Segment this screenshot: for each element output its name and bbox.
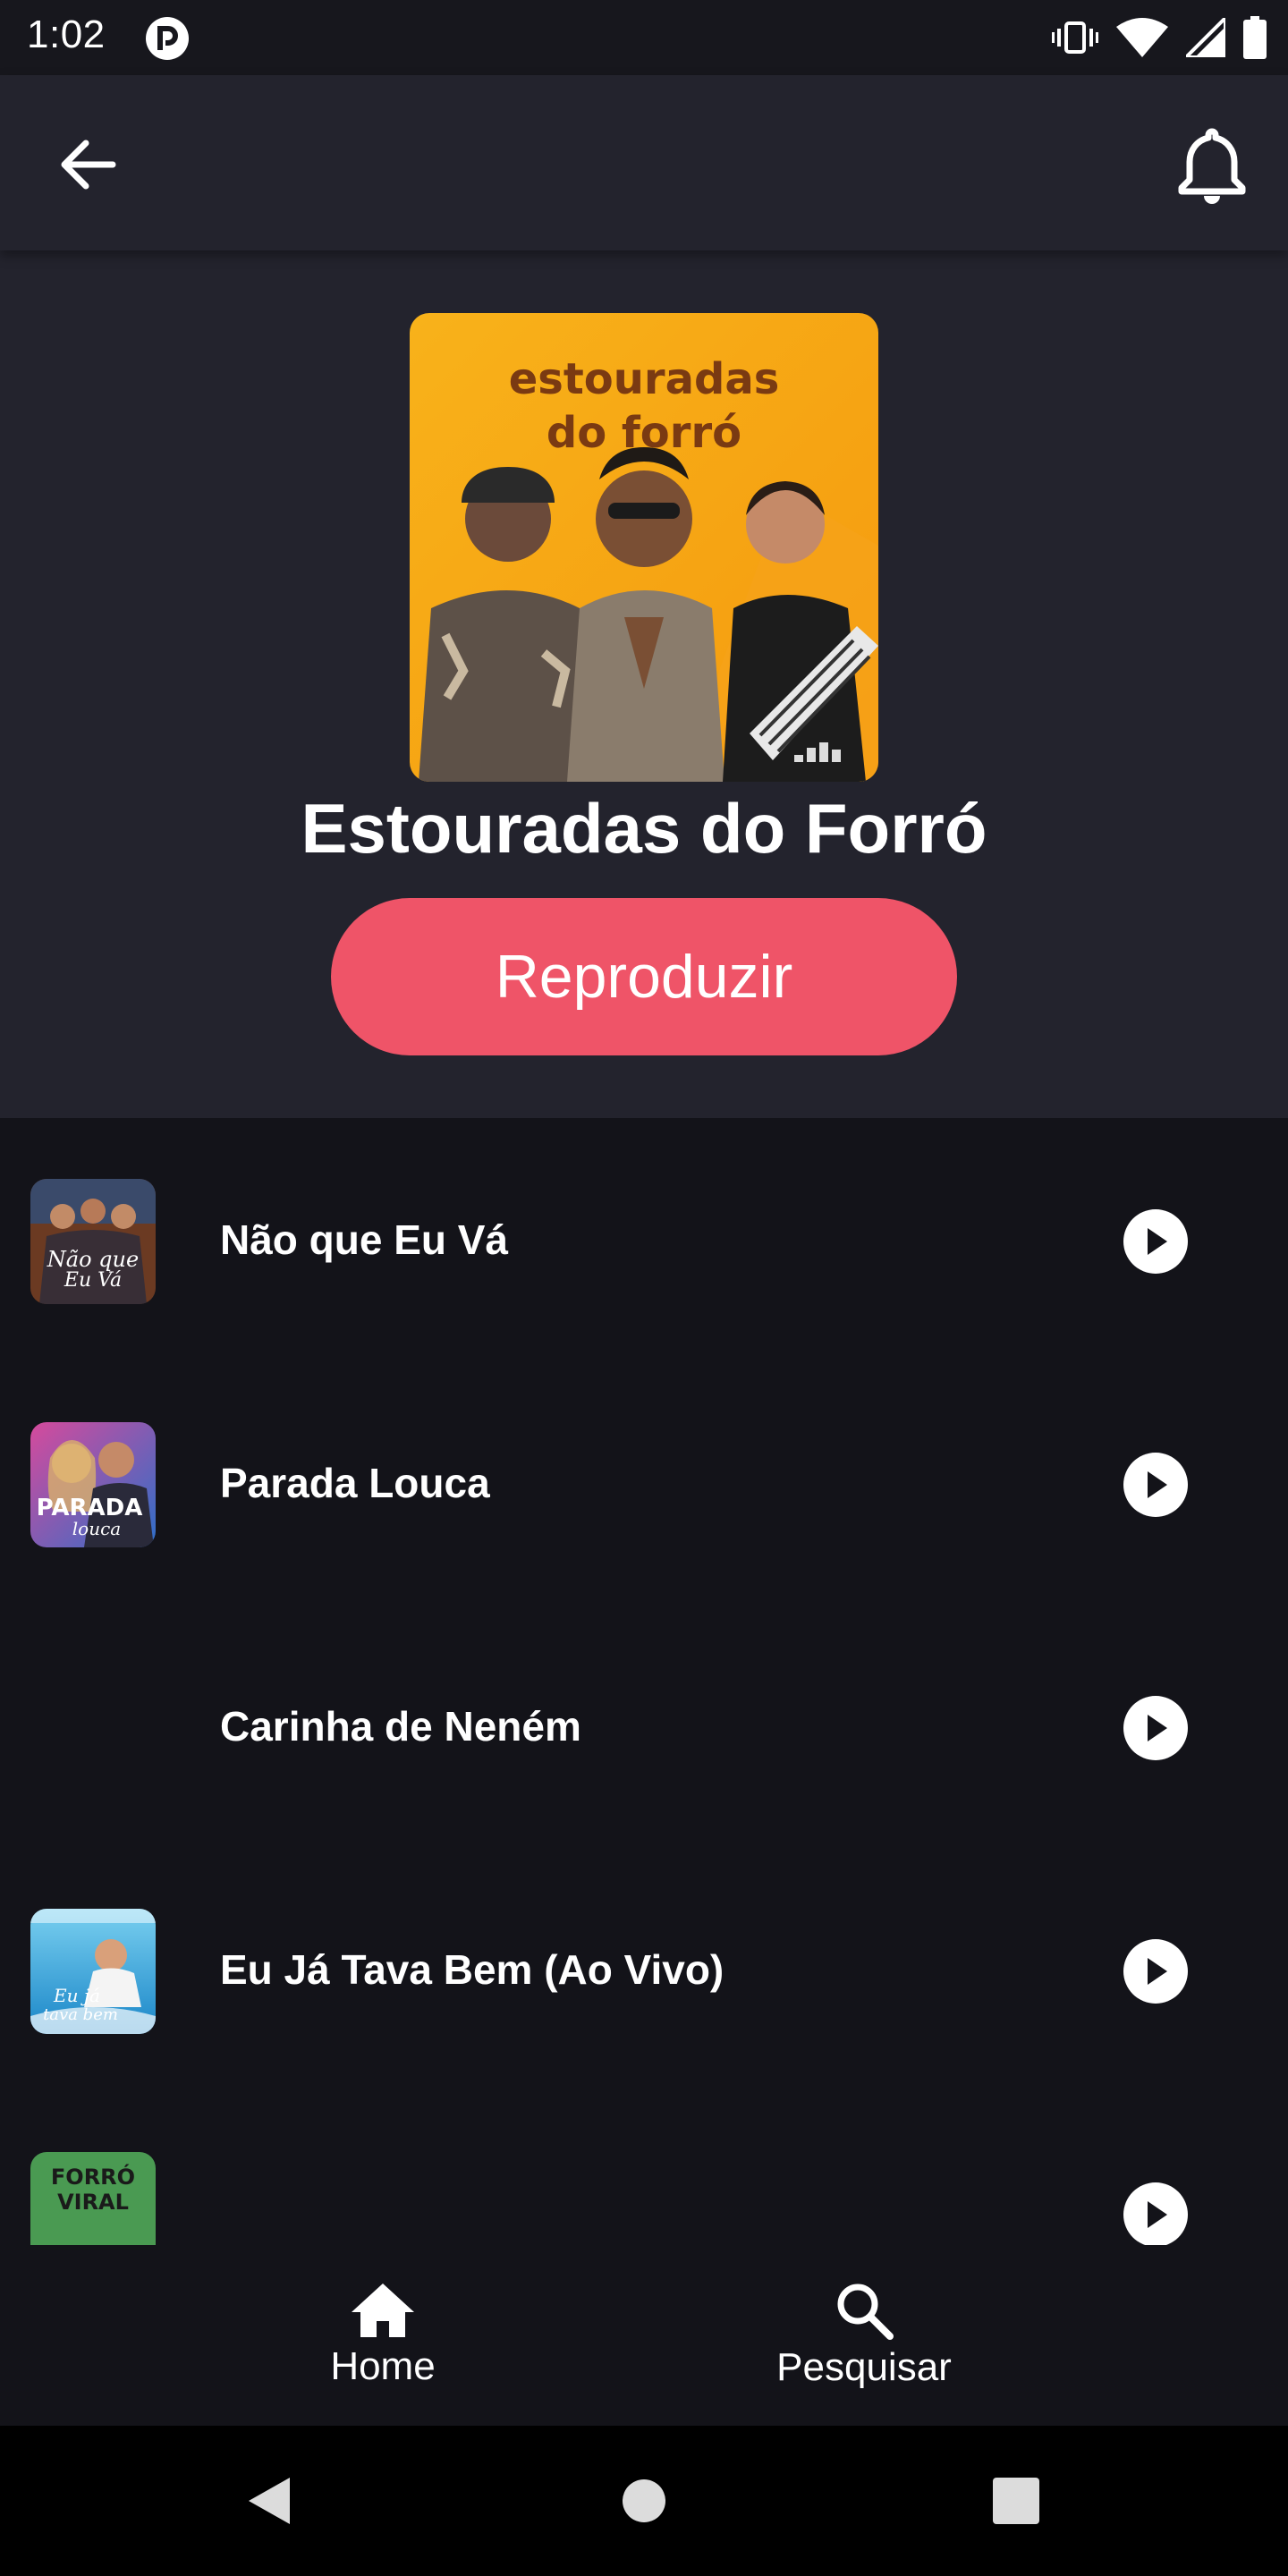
track-title: Eu Já Tava Bem (Ao Vivo): [220, 1946, 724, 1993]
system-back-button[interactable]: [233, 2465, 304, 2537]
nav-search-label: Pesquisar: [776, 2345, 952, 2389]
play-icon: [1148, 1471, 1167, 1498]
track-cover-image: PARADA louca: [30, 1422, 156, 1547]
system-home-button[interactable]: [608, 2465, 680, 2537]
cover-text: estouradas do forró: [508, 354, 780, 458]
track-play-button[interactable]: [1123, 1209, 1188, 1274]
status-bar: 1:02: [0, 0, 1288, 75]
svg-text:Eu Vá: Eu Vá: [64, 1269, 122, 1292]
system-navigation-bar: [0, 2426, 1288, 2576]
nav-search[interactable]: Pesquisar: [739, 2245, 989, 2426]
play-icon: [1148, 1958, 1167, 1985]
track-title: Parada Louca: [220, 1460, 490, 1506]
back-button[interactable]: [43, 120, 132, 209]
track-play-button[interactable]: [1123, 1696, 1188, 1760]
play-icon: [1148, 2201, 1167, 2228]
playlist-cover-image: estouradas do forró: [410, 313, 878, 782]
arrow-left-icon: [61, 140, 116, 190]
svg-text:Eu já: Eu já: [53, 1985, 100, 2006]
nav-home[interactable]: Home: [256, 2245, 510, 2426]
track-cover-image: FORRÓ VIRAL: [30, 2152, 156, 2245]
track-play-button[interactable]: [1123, 1939, 1188, 2004]
track-row[interactable]: FORRÓ VIRAL: [0, 2091, 1288, 2245]
top-app-bar: [0, 75, 1288, 250]
svg-text:tava bem: tava bem: [43, 2005, 118, 2024]
wifi-icon: [1116, 18, 1168, 57]
status-time: 1:02: [27, 13, 106, 56]
track-row[interactable]: Eu já tava bem Eu Já Tava Bem (Ao Vivo): [0, 1848, 1288, 2091]
track-list: Não que Eu Vá Não que Eu Vá PARADA louca…: [0, 1118, 1288, 2245]
square-recents-icon: [993, 2478, 1039, 2524]
circle-home-icon: [623, 2479, 665, 2522]
track-row[interactable]: Carinha de Neném: [0, 1605, 1288, 1848]
svg-text:Não que: Não que: [47, 1247, 139, 1272]
track-title: Não que Eu Vá: [220, 1216, 509, 1263]
vibrate-icon: [1052, 21, 1098, 54]
svg-text:VIRAL: VIRAL: [57, 2190, 129, 2215]
playlist-title: Estouradas do Forró: [301, 789, 987, 868]
battery-icon: [1243, 16, 1267, 59]
home-icon: [352, 2284, 414, 2337]
bottom-navigation: Home Pesquisar: [0, 2245, 1288, 2426]
nav-home-label: Home: [330, 2344, 436, 2388]
play-icon: [1148, 1715, 1167, 1741]
track-title: Carinha de Neném: [220, 1703, 581, 1750]
track-play-button[interactable]: [1123, 1453, 1188, 1517]
triangle-back-icon: [249, 2478, 290, 2524]
track-cover-image: Não que Eu Vá: [30, 1179, 156, 1304]
track-play-button[interactable]: [1123, 2182, 1188, 2245]
search-icon: [837, 2284, 894, 2340]
svg-text:FORRÓ: FORRÓ: [51, 2163, 135, 2190]
system-recents-button[interactable]: [980, 2465, 1052, 2537]
status-icons: [1052, 14, 1267, 61]
track-row[interactable]: PARADA louca Parada Louca: [0, 1361, 1288, 1605]
signal-icon: [1186, 18, 1225, 57]
playlist-header: estouradas do forró Estouradas do Forró …: [0, 250, 1288, 1118]
app-notification-icon: [145, 16, 190, 61]
track-row[interactable]: Não que Eu Vá Não que Eu Vá: [0, 1118, 1288, 1361]
play-icon: [1148, 1228, 1167, 1255]
svg-text:louca: louca: [72, 1518, 121, 1539]
notifications-button[interactable]: [1163, 116, 1261, 215]
play-all-button[interactable]: Reproduzir: [331, 898, 957, 1055]
bell-icon: [1178, 128, 1246, 204]
track-cover-image: Eu já tava bem: [30, 1909, 156, 2034]
